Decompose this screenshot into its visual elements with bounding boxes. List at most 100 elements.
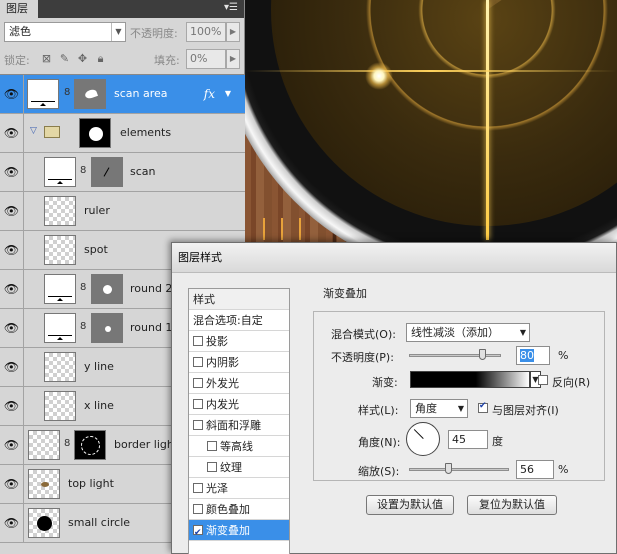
style-item-satin[interactable]: 光泽 — [189, 478, 289, 499]
layer-name: border light — [114, 438, 179, 451]
style-checkbox[interactable] — [193, 483, 203, 493]
style-item-bevel-emboss[interactable]: 斜面和浮雕 — [189, 415, 289, 436]
group-expand-icon[interactable]: ▽ — [30, 126, 37, 136]
fill-arrow-icon[interactable]: ▶ — [226, 49, 240, 69]
opacity-input[interactable]: 100% — [186, 22, 226, 42]
lock-brush-icon[interactable]: ✎ — [58, 52, 71, 65]
style-item-label: 内发光 — [206, 398, 239, 411]
style-checkbox[interactable] — [207, 441, 217, 451]
style-item-label: 等高线 — [220, 440, 253, 453]
layer-ruler[interactable]: 👁︎ ruler — [0, 192, 245, 231]
blend-mode-value: 滤色 — [9, 25, 31, 38]
style-item-outer-glow[interactable]: 外发光 — [189, 373, 289, 394]
style-checkbox[interactable] — [193, 378, 203, 388]
eye-icon[interactable]: 👁︎ — [0, 387, 24, 425]
chain-icon[interactable]: 8 — [80, 321, 88, 332]
chain-icon[interactable]: 8 — [64, 87, 72, 98]
blend-mode-select[interactable]: 滤色 ▼ — [4, 22, 126, 42]
scale-slider-knob[interactable] — [445, 463, 452, 474]
lock-label: 锁定: — [4, 54, 30, 67]
eye-icon[interactable]: 👁︎ — [0, 75, 24, 113]
style-checkbox[interactable] — [193, 504, 203, 514]
style-checkbox[interactable] — [193, 523, 203, 544]
lock-transparent-icon[interactable]: ⊠ — [40, 52, 53, 65]
layer-mask-thumbnail[interactable] — [74, 79, 106, 109]
style-checkbox[interactable] — [193, 399, 203, 409]
gradient-style-dropdown[interactable]: 角度 ▼ — [410, 399, 468, 418]
thumb-shape — [41, 482, 49, 487]
style-item-label: 渐变叠加 — [206, 524, 250, 537]
expand-effects-icon[interactable]: ▼ — [225, 75, 231, 113]
layer-name: y line — [84, 360, 114, 373]
style-item-contour[interactable]: 等高线 — [189, 436, 289, 457]
chain-icon[interactable]: 8 — [80, 165, 88, 176]
mask-shape — [89, 127, 103, 141]
eye-icon[interactable]: 👁︎ — [0, 465, 24, 503]
blend-mode-dropdown[interactable]: 线性减淡（添加） ▼ — [406, 323, 530, 342]
layer-thumbnail — [44, 274, 76, 304]
style-item-label: 投影 — [206, 335, 228, 348]
layer-mask-thumbnail[interactable] — [91, 313, 123, 343]
dialog-title[interactable]: 图层样式 — [172, 243, 616, 273]
angle-dial[interactable] — [406, 422, 440, 456]
chain-icon[interactable]: 8 — [80, 282, 88, 293]
opacity-unit: % — [558, 349, 569, 362]
opacity-label: 不透明度(P): — [331, 351, 394, 364]
reverse-checkbox[interactable] — [538, 375, 548, 385]
layer-mask-thumbnail[interactable] — [91, 157, 123, 187]
eye-icon[interactable]: 👁︎ — [0, 309, 24, 347]
style-checkbox[interactable] — [207, 462, 217, 472]
style-label: 样式(L): — [358, 404, 399, 417]
scale-input[interactable]: 56 — [516, 460, 554, 479]
reset-default-button[interactable]: 复位为默认值 — [467, 495, 557, 515]
lock-all-icon[interactable]: 🔒︎ — [94, 52, 107, 65]
opacity-value-input[interactable]: 80 — [516, 346, 550, 365]
panel-menu-icon[interactable]: ▾☰ — [224, 2, 238, 13]
style-item-blending-options[interactable]: 混合选项:自定 — [189, 310, 289, 331]
fill-input[interactable]: 0% — [186, 49, 226, 69]
mask-shape — [83, 88, 99, 100]
layer-scan[interactable]: 👁︎ 8 scan — [0, 153, 245, 192]
scale-slider-track[interactable] — [409, 468, 509, 471]
fx-icon[interactable]: fx — [204, 75, 215, 113]
styles-header[interactable]: 样式 — [189, 289, 289, 310]
eye-icon[interactable]: 👁︎ — [0, 114, 24, 152]
layer-thumbnail — [44, 352, 76, 382]
style-checkbox[interactable] — [193, 357, 203, 367]
make-default-button[interactable]: 设置为默认值 — [366, 495, 454, 515]
layer-name: top light — [68, 477, 114, 490]
align-with-layer-checkbox[interactable] — [478, 401, 488, 413]
style-item-inner-shadow[interactable]: 内阴影 — [189, 352, 289, 373]
opacity-arrow-icon[interactable]: ▶ — [226, 22, 240, 42]
eye-icon[interactable]: 👁︎ — [0, 426, 24, 464]
layer-scan-area[interactable]: 👁︎ 8 scan area fx ▼ — [0, 75, 245, 114]
style-item-texture[interactable]: 纹理 — [189, 457, 289, 478]
layer-mask-thumbnail[interactable] — [79, 118, 111, 148]
style-item-drop-shadow[interactable]: 投影 — [189, 331, 289, 352]
eye-icon[interactable]: 👁︎ — [0, 153, 24, 191]
style-item-color-overlay[interactable]: 颜色叠加 — [189, 499, 289, 520]
opacity-slider-knob[interactable] — [478, 349, 486, 360]
tab-layers[interactable]: 图层 — [0, 0, 38, 18]
radar-spot — [365, 62, 393, 90]
layer-mask-thumbnail[interactable] — [91, 274, 123, 304]
eye-icon[interactable]: 👁︎ — [0, 192, 24, 230]
eye-icon[interactable]: 👁︎ — [0, 348, 24, 386]
style-checkbox[interactable] — [193, 336, 203, 346]
layer-group-elements[interactable]: 👁︎ ▽ elements — [0, 114, 245, 153]
chevron-down-icon: ▼ — [111, 23, 125, 41]
style-item-gradient-overlay[interactable]: 渐变叠加 — [189, 520, 289, 544]
layer-mask-thumbnail[interactable] — [74, 430, 106, 460]
opacity-slider-track[interactable] — [409, 354, 501, 357]
eye-icon[interactable]: 👁︎ — [0, 231, 24, 269]
chain-icon[interactable]: 8 — [64, 438, 72, 449]
gradient-swatch[interactable] — [410, 371, 530, 388]
style-item-inner-glow[interactable]: 内发光 — [189, 394, 289, 415]
lock-move-icon[interactable]: ✥ — [76, 52, 89, 65]
eye-icon[interactable]: 👁︎ — [0, 504, 24, 542]
eye-icon[interactable]: 👁︎ — [0, 270, 24, 308]
angle-input[interactable]: 45 — [448, 430, 488, 449]
style-checkbox[interactable] — [193, 420, 203, 430]
layer-name: round 2 — [130, 282, 173, 295]
lock-row: 锁定: ⊠ ✎ ✥ 🔒︎ 填充: 0% ▶ — [4, 49, 244, 71]
